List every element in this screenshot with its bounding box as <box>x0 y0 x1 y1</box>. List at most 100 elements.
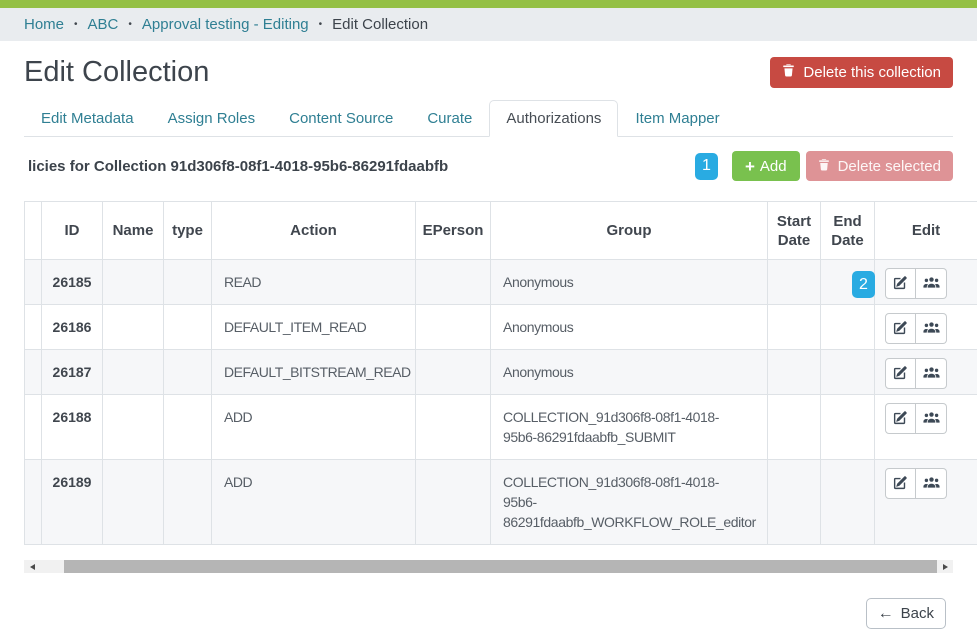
column-header-end-date: End Date <box>821 202 875 260</box>
column-header-select <box>25 202 42 260</box>
policy-id: 26189 <box>42 460 103 545</box>
policy-name <box>103 460 164 545</box>
add-label: Add <box>760 158 787 175</box>
plus-icon: + <box>745 158 755 175</box>
users-icon <box>923 276 940 292</box>
edit-group-members-button[interactable] <box>916 403 947 434</box>
breadcrumb-link-approval-testing[interactable]: Approval testing - Editing <box>142 16 309 33</box>
policy-action: DEFAULT_ITEM_READ <box>212 305 416 350</box>
policy-action: READ <box>212 260 416 305</box>
tab-content-source[interactable]: Content Source <box>272 100 410 137</box>
tab-authorizations[interactable]: Authorizations <box>489 100 618 137</box>
edit-policy-button[interactable] <box>885 358 916 389</box>
scroll-right-arrow[interactable] <box>937 560 953 573</box>
policy-start-date <box>768 460 821 545</box>
edit-group-members-button[interactable] <box>916 313 947 344</box>
column-header-name: Name <box>103 202 164 260</box>
annotation-badge-1: 1 <box>695 153 718 180</box>
policy-group: Anonymous <box>491 260 768 305</box>
column-header-edit: Edit <box>875 202 977 260</box>
policy-start-date <box>768 305 821 350</box>
table-row: 26186 DEFAULT_ITEM_READ Anonymous <box>25 305 977 350</box>
policies-heading: licies for Collection 91d306f8-08f1-4018… <box>24 158 448 175</box>
policy-edit-cell <box>875 395 977 460</box>
breadcrumb-link-abc[interactable]: ABC <box>88 16 119 33</box>
table-row: 26189 ADD COLLECTION_91d306f8-08f1-4018-… <box>25 460 977 545</box>
table-header-row: ID Name type Action EPerson Group Start … <box>25 202 977 260</box>
edit-group-members-button[interactable] <box>916 358 947 389</box>
select-cell[interactable] <box>25 460 42 545</box>
policy-eperson <box>416 305 491 350</box>
tab-curate[interactable]: Curate <box>410 100 489 137</box>
pencil-square-icon <box>893 320 908 338</box>
policy-end-date <box>821 395 875 460</box>
table-row: 26187 DEFAULT_BITSTREAM_READ Anonymous <box>25 350 977 395</box>
tab-bar: Edit Metadata Assign Roles Content Sourc… <box>24 100 953 137</box>
policy-type <box>164 350 212 395</box>
column-header-id: ID <box>42 202 103 260</box>
annotation-badge-2: 2 <box>852 271 875 298</box>
scrollbar-thumb[interactable] <box>64 560 937 573</box>
delete-selected-label: Delete selected <box>838 158 941 175</box>
policy-group: COLLECTION_91d306f8-08f1-4018- 95b6-8629… <box>491 395 768 460</box>
select-cell[interactable] <box>25 305 42 350</box>
policies-table: ID Name type Action EPerson Group Start … <box>24 201 977 545</box>
add-policy-button[interactable]: + Add <box>732 151 800 181</box>
breadcrumb-separator: • <box>319 19 323 30</box>
tab-item-mapper[interactable]: Item Mapper <box>618 100 736 137</box>
pencil-square-icon <box>893 475 908 493</box>
back-label: Back <box>901 605 934 622</box>
edit-group-members-button[interactable] <box>916 268 947 299</box>
column-header-action: Action <box>212 202 416 260</box>
select-cell[interactable] <box>25 260 42 305</box>
policy-id: 26188 <box>42 395 103 460</box>
policy-start-date <box>768 350 821 395</box>
policy-end-date <box>821 305 875 350</box>
policy-action: ADD <box>212 460 416 545</box>
policy-name <box>103 260 164 305</box>
select-cell[interactable] <box>25 395 42 460</box>
scroll-left-arrow[interactable] <box>24 560 40 573</box>
users-icon <box>923 476 940 492</box>
delete-collection-label: Delete this collection <box>803 64 941 81</box>
policy-start-date <box>768 395 821 460</box>
policy-name <box>103 350 164 395</box>
breadcrumb: Home • ABC • Approval testing - Editing … <box>0 8 977 41</box>
edit-policy-button[interactable] <box>885 268 916 299</box>
tab-assign-roles[interactable]: Assign Roles <box>151 100 273 137</box>
breadcrumb-separator: • <box>74 19 78 30</box>
policy-id: 26185 <box>42 260 103 305</box>
users-icon <box>923 366 940 382</box>
tab-edit-metadata[interactable]: Edit Metadata <box>24 100 151 137</box>
policy-edit-cell <box>875 305 977 350</box>
policy-start-date <box>768 260 821 305</box>
edit-policy-button[interactable] <box>885 313 916 344</box>
policy-type <box>164 460 212 545</box>
breadcrumb-link-home[interactable]: Home <box>24 16 64 33</box>
table-row: 26185 READ Anonymous 2 <box>25 260 977 305</box>
policy-group: COLLECTION_91d306f8-08f1-4018- 95b6- 862… <box>491 460 768 545</box>
policy-eperson <box>416 460 491 545</box>
table-row: 26188 ADD COLLECTION_91d306f8-08f1-4018-… <box>25 395 977 460</box>
delete-collection-button[interactable]: Delete this collection <box>770 57 953 88</box>
users-icon <box>923 321 940 337</box>
policy-edit-cell <box>875 460 977 545</box>
back-button[interactable]: ← Back <box>866 598 946 629</box>
breadcrumb-separator: • <box>128 19 132 30</box>
edit-group-members-button[interactable] <box>916 468 947 499</box>
policy-type <box>164 395 212 460</box>
edit-policy-button[interactable] <box>885 403 916 434</box>
select-cell[interactable] <box>25 350 42 395</box>
policies-table-scroll-area: ID Name type Action EPerson Group Start … <box>24 201 977 545</box>
policy-group: Anonymous <box>491 350 768 395</box>
horizontal-scrollbar[interactable] <box>24 560 953 573</box>
column-header-eperson: EPerson <box>416 202 491 260</box>
delete-selected-button[interactable]: Delete selected <box>806 151 953 181</box>
top-accent-bar <box>0 0 977 8</box>
edit-policy-button[interactable] <box>885 468 916 499</box>
users-icon <box>923 411 940 427</box>
policy-action: DEFAULT_BITSTREAM_READ <box>212 350 416 395</box>
policy-id: 26187 <box>42 350 103 395</box>
policy-name <box>103 395 164 460</box>
policy-action: ADD <box>212 395 416 460</box>
